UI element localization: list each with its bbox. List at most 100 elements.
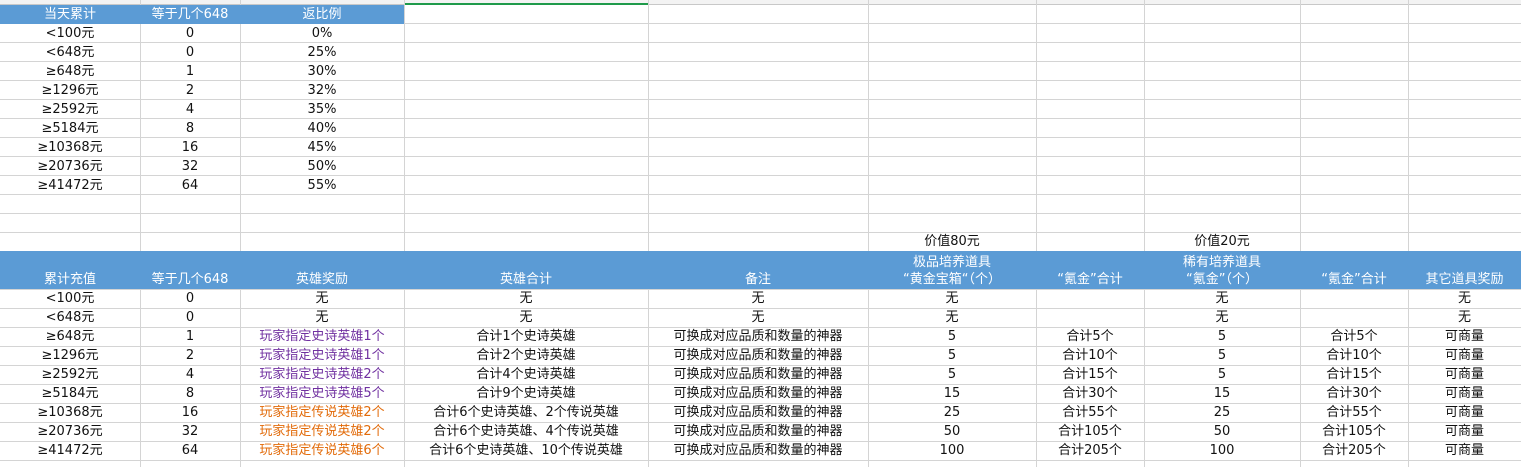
- table1-cell[interactable]: 55%: [240, 176, 404, 195]
- table1-cell[interactable]: ≥10368元: [0, 138, 140, 157]
- table2-cell[interactable]: 合计4个史诗英雄: [404, 365, 648, 384]
- table2-cell[interactable]: 无: [1408, 308, 1521, 327]
- table1-cell[interactable]: ≥648元: [0, 62, 140, 81]
- table2-cell[interactable]: ≥1296元: [0, 346, 140, 365]
- table1-cell[interactable]: ≥2592元: [0, 100, 140, 119]
- table2-cell[interactable]: 合计205个: [1300, 441, 1408, 460]
- table2-cell[interactable]: 玩家指定传说英雄2个: [240, 422, 404, 441]
- table2-cell[interactable]: 无: [404, 289, 648, 308]
- table2-cell[interactable]: 0: [140, 308, 240, 327]
- table1-cell[interactable]: <648元: [0, 43, 140, 62]
- table2-cell[interactable]: 无: [1408, 289, 1521, 308]
- table2-cell[interactable]: 可商量: [1408, 422, 1521, 441]
- table2-cell[interactable]: 无: [1144, 308, 1300, 327]
- table2-cell[interactable]: 合计105个: [1300, 422, 1408, 441]
- table2-cell[interactable]: 0: [140, 289, 240, 308]
- table2-cell[interactable]: 无: [240, 308, 404, 327]
- table2-cell[interactable]: 可商量: [1408, 403, 1521, 422]
- table2-cell[interactable]: 合计6个史诗英雄、2个传说英雄: [404, 403, 648, 422]
- table1-cell[interactable]: 2: [140, 81, 240, 100]
- table2-cell[interactable]: 8: [140, 384, 240, 403]
- table2-cell[interactable]: 15: [868, 384, 1036, 403]
- table2-cell[interactable]: 玩家指定传说英雄2个: [240, 403, 404, 422]
- table2-header-cell[interactable]: “氪金”合计: [1036, 251, 1144, 289]
- table1-cell[interactable]: 30%: [240, 62, 404, 81]
- table2-header-cell[interactable]: 备注: [648, 251, 868, 289]
- table2-cell[interactable]: 无: [1144, 289, 1300, 308]
- table2-cell[interactable]: 无: [868, 289, 1036, 308]
- table1-cell[interactable]: ≥5184元: [0, 119, 140, 138]
- table2-cell[interactable]: 无: [648, 289, 868, 308]
- table2-cell[interactable]: 5: [1144, 346, 1300, 365]
- table2-cell[interactable]: 可商量: [1408, 346, 1521, 365]
- table2-cell[interactable]: [1036, 289, 1144, 308]
- table1-cell[interactable]: ≥41472元: [0, 176, 140, 195]
- table2-cell[interactable]: 4: [140, 365, 240, 384]
- table1-cell[interactable]: 40%: [240, 119, 404, 138]
- table2-header-cell[interactable]: 稀有培养道具 “氪金”（个）: [1144, 251, 1300, 289]
- table2-cell[interactable]: 无: [648, 308, 868, 327]
- table2-cell[interactable]: 合计6个史诗英雄、4个传说英雄: [404, 422, 648, 441]
- table1-cell[interactable]: 45%: [240, 138, 404, 157]
- table2-header-cell[interactable]: 其它道具奖励: [1408, 251, 1521, 289]
- table2-cell[interactable]: 15: [1144, 384, 1300, 403]
- table2-cell[interactable]: ≥10368元: [0, 403, 140, 422]
- table2-cell[interactable]: 合计5个: [1036, 327, 1144, 346]
- table2-cell[interactable]: 50: [1144, 422, 1300, 441]
- table1-cell[interactable]: 8: [140, 119, 240, 138]
- table2-cell[interactable]: 合计5个: [1300, 327, 1408, 346]
- table2-cell[interactable]: 1: [140, 327, 240, 346]
- table2-header-cell[interactable]: 英雄奖励: [240, 251, 404, 289]
- krypton-price-label[interactable]: 价值20元: [1144, 233, 1300, 251]
- table2-cell[interactable]: 可商量: [1408, 384, 1521, 403]
- table2-cell[interactable]: 可换成对应品质和数量的神器: [648, 441, 868, 460]
- table2-cell[interactable]: [1300, 289, 1408, 308]
- table2-cell[interactable]: 可商量: [1408, 365, 1521, 384]
- table2-cell[interactable]: 合计15个: [1300, 365, 1408, 384]
- table2-cell[interactable]: 无: [404, 308, 648, 327]
- table2-cell[interactable]: 玩家指定史诗英雄1个: [240, 327, 404, 346]
- table1-cell[interactable]: 32%: [240, 81, 404, 100]
- table1-cell[interactable]: ≥1296元: [0, 81, 140, 100]
- table2-cell[interactable]: 玩家指定史诗英雄1个: [240, 346, 404, 365]
- table2-cell[interactable]: 合计15个: [1036, 365, 1144, 384]
- table1-cell[interactable]: 16: [140, 138, 240, 157]
- table1-cell[interactable]: 0: [140, 43, 240, 62]
- table1-header-cell[interactable]: 当天累计: [0, 5, 140, 24]
- table1-header-cell[interactable]: 等于几个648: [140, 5, 240, 24]
- table2-cell[interactable]: 5: [868, 346, 1036, 365]
- table2-cell[interactable]: 合计9个史诗英雄: [404, 384, 648, 403]
- table2-cell[interactable]: 5: [1144, 365, 1300, 384]
- table2-cell[interactable]: 合计55个: [1300, 403, 1408, 422]
- table1-cell[interactable]: 32: [140, 157, 240, 176]
- table2-header-cell[interactable]: 极品培养道具 “黄金宝箱“（个）: [868, 251, 1036, 289]
- table2-cell[interactable]: 玩家指定史诗英雄5个: [240, 384, 404, 403]
- table2-cell[interactable]: 合计2个史诗英雄: [404, 346, 648, 365]
- table2-cell[interactable]: 合计105个: [1036, 422, 1144, 441]
- table2-cell[interactable]: 玩家指定史诗英雄2个: [240, 365, 404, 384]
- table2-cell[interactable]: 可换成对应品质和数量的神器: [648, 384, 868, 403]
- table2-cell[interactable]: ≥2592元: [0, 365, 140, 384]
- table2-cell[interactable]: 合计205个: [1036, 441, 1144, 460]
- table2-cell[interactable]: 可换成对应品质和数量的神器: [648, 327, 868, 346]
- table2-header-cell[interactable]: 累计充值: [0, 251, 140, 289]
- table2-cell[interactable]: 合计1个史诗英雄: [404, 327, 648, 346]
- table1-cell[interactable]: 1: [140, 62, 240, 81]
- table2-cell[interactable]: 100: [1144, 441, 1300, 460]
- table2-cell[interactable]: ≥20736元: [0, 422, 140, 441]
- table2-cell[interactable]: 可换成对应品质和数量的神器: [648, 346, 868, 365]
- table1-header-cell[interactable]: 返比例: [240, 5, 404, 24]
- table2-cell[interactable]: 5: [1144, 327, 1300, 346]
- table2-cell[interactable]: 100: [868, 441, 1036, 460]
- table2-cell[interactable]: 可商量: [1408, 327, 1521, 346]
- table2-header-cell[interactable]: 等于几个648: [140, 251, 240, 289]
- table1-cell[interactable]: 64: [140, 176, 240, 195]
- table1-cell[interactable]: <100元: [0, 24, 140, 43]
- table2-cell[interactable]: 合计30个: [1036, 384, 1144, 403]
- table1-cell[interactable]: ≥20736元: [0, 157, 140, 176]
- table2-cell[interactable]: 16: [140, 403, 240, 422]
- table2-cell[interactable]: 5: [868, 365, 1036, 384]
- table2-cell[interactable]: ≥648元: [0, 327, 140, 346]
- table2-header-cell[interactable]: 英雄合计: [404, 251, 648, 289]
- table2-cell[interactable]: [1300, 308, 1408, 327]
